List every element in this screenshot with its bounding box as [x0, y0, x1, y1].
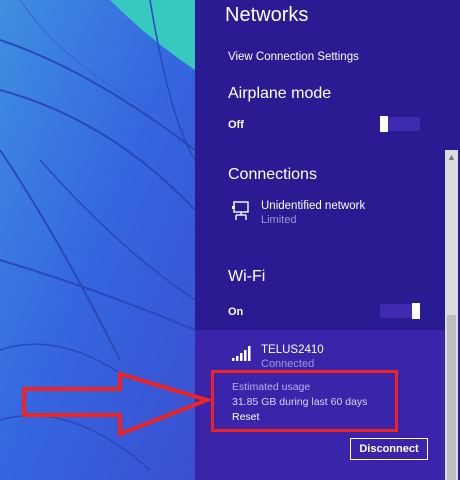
desktop-wallpaper — [0, 0, 195, 480]
disconnect-button[interactable]: Disconnect — [350, 438, 428, 460]
usage-value: 31.85 GB during last 60 days — [232, 396, 368, 408]
toggle-knob — [412, 303, 420, 319]
panel-scrollbar[interactable]: ▲ — [445, 150, 458, 480]
wired-network-name: Unidentified network — [261, 200, 366, 212]
wifi-network-item-selected[interactable]: TELUS2410 Connected Estimated usage 31.8… — [195, 330, 445, 480]
toggle-knob — [380, 116, 388, 132]
usage-label: Estimated usage — [232, 381, 311, 393]
airplane-mode-state: Off — [228, 119, 244, 131]
wired-network-item[interactable]: Unidentified network Limited — [231, 200, 365, 226]
view-connection-settings-link[interactable]: View Connection Settings — [228, 51, 359, 63]
wired-network-status: Limited — [261, 214, 297, 226]
scroll-up-arrow-icon[interactable]: ▲ — [445, 150, 458, 164]
wifi-signal-icon — [232, 346, 251, 361]
panel-title: Networks — [225, 4, 309, 26]
wifi-state: On — [228, 306, 244, 318]
wallpaper-graphic — [0, 0, 195, 480]
wifi-heading: Wi-Fi — [228, 268, 266, 285]
wifi-toggle[interactable] — [380, 303, 420, 319]
wifi-network-name: TELUS2410 — [261, 344, 324, 356]
scrollbar-thumb[interactable] — [447, 315, 456, 480]
airplane-mode-toggle[interactable] — [380, 116, 420, 132]
wifi-network-status: Connected — [261, 358, 315, 370]
reset-usage-link[interactable]: Reset — [232, 410, 367, 425]
networks-panel: Networks View Connection Settings Airpla… — [195, 0, 460, 480]
wired-network-icon — [232, 201, 249, 220]
airplane-mode-heading: Airplane mode — [228, 85, 332, 102]
wifi-network-row: TELUS2410 Connected — [231, 344, 324, 370]
estimated-usage: Estimated usage 31.85 GB during last 60 … — [232, 380, 367, 425]
connections-heading: Connections — [228, 166, 317, 183]
